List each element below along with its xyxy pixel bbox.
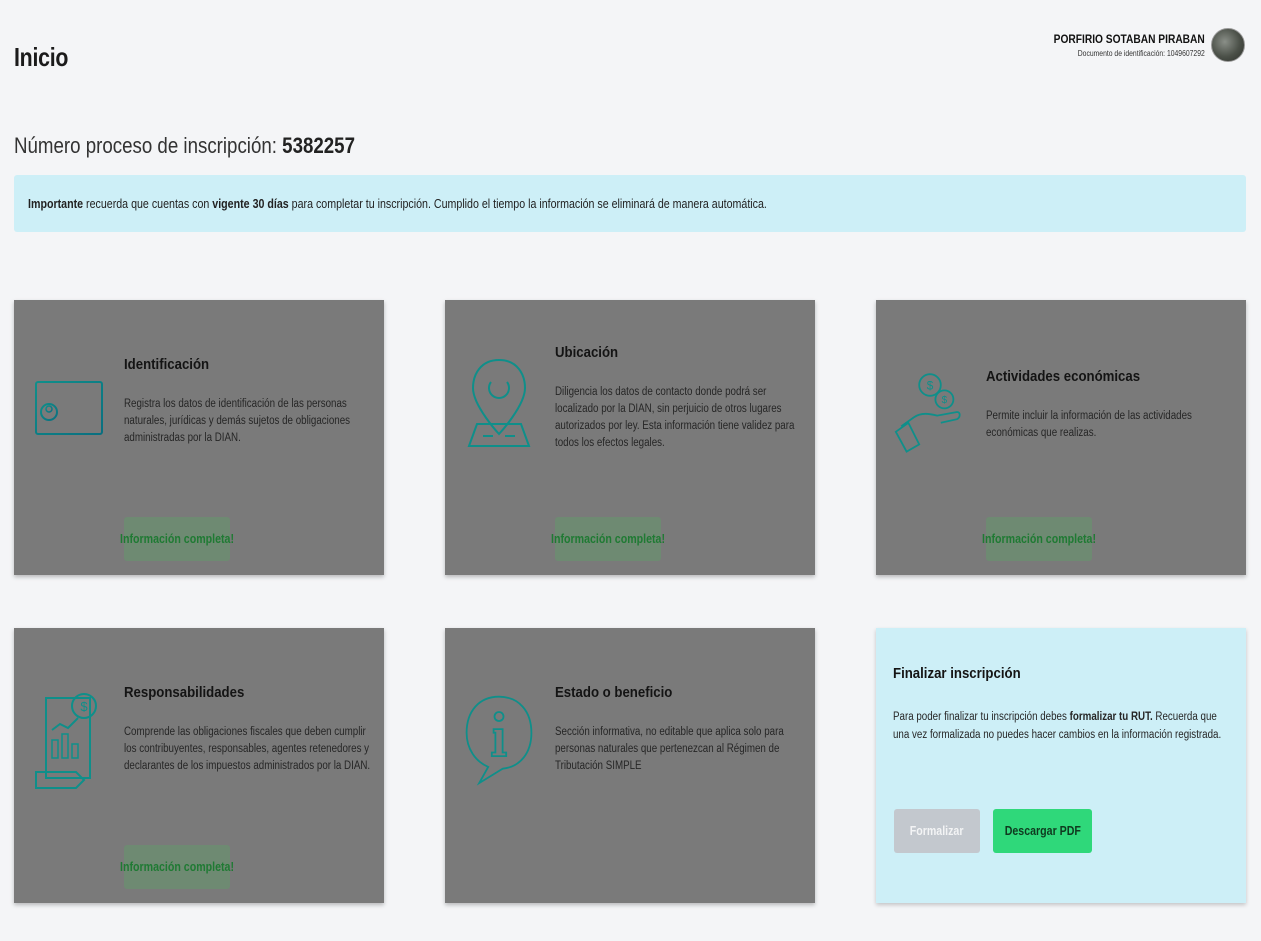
status-badge: Información completa! [551, 517, 665, 561]
card-actividades-economicas[interactable]: $ $ Actividades económicas Permite inclu… [876, 300, 1246, 575]
card-description: Registra los datos de identificación de … [124, 398, 351, 444]
card-ubicacion[interactable]: Ubicación Diligencia los datos de contac… [445, 300, 815, 575]
status-badge-label: Información completa! [551, 532, 665, 546]
svg-text:$: $ [927, 380, 934, 393]
card-identificacion[interactable]: Identificación Registra los datos de ide… [14, 300, 384, 575]
card-title: Responsabilidades [124, 684, 245, 701]
svg-text:$: $ [942, 395, 948, 406]
download-pdf-button[interactable]: Descargar PDF [993, 809, 1092, 853]
card-title: Identificación [124, 356, 210, 373]
status-badge: Información completa! [982, 517, 1096, 561]
download-pdf-button-label: Descargar PDF [1004, 824, 1081, 838]
tax-document-icon: $ [35, 693, 97, 789]
card-description: Diligencia los datos de contacto donde p… [555, 386, 795, 449]
card-responsabilidades[interactable]: $ Responsabilidades Comprende las obliga… [14, 628, 384, 903]
final-desc-part1: Para poder finalizar tu inscripción debe… [893, 711, 1070, 723]
id-card-icon [35, 377, 103, 435]
notice-strong-days: vigente 30 días [212, 196, 289, 211]
hand-coins-icon: $ $ [894, 373, 961, 453]
formalizar-button[interactable]: Formalizar [894, 809, 980, 853]
user-document: Documento de identificación: 1049607292 [1077, 49, 1205, 58]
final-desc-strong: formalizar tu RUT. [1069, 711, 1153, 723]
user-info: PORFIRIO SOTABAN PIRABAN Documento de id… [1027, 32, 1205, 58]
status-badge-label: Información completa! [120, 532, 234, 546]
status-badge-label: Información completa! [982, 532, 1096, 546]
notice-text-part2: para completar tu inscripción. Cumplido … [288, 196, 767, 211]
card-finalizar-inscripcion: Finalizar inscripción Para poder finaliz… [876, 628, 1246, 903]
formalizar-button-label: Formalizar [910, 824, 964, 838]
card-description: Permite incluir la información de las ac… [986, 410, 1192, 439]
info-bubble-icon [465, 695, 533, 786]
notice-text-part1: recuerda que cuentas con [83, 196, 213, 211]
location-pin-icon [467, 358, 531, 447]
avatar[interactable] [1211, 28, 1245, 62]
card-description: Sección informativa, no editable que apl… [555, 726, 784, 772]
user-name: PORFIRIO SOTABAN PIRABAN [1053, 32, 1205, 46]
process-label: Número proceso de inscripción: [14, 133, 277, 158]
page-title: Inicio [14, 42, 69, 72]
svg-text:$: $ [80, 699, 88, 714]
process-number-line: Número proceso de inscripción: 5382257 [14, 133, 355, 159]
notice-text: Importante recuerda que cuentas con vige… [28, 196, 767, 211]
card-description: Comprende las obligaciones fiscales que … [124, 726, 371, 772]
card-title: Ubicación [555, 344, 619, 361]
status-badge-label: Información completa! [120, 860, 234, 874]
card-description: Para poder finalizar tu inscripción debe… [893, 708, 1233, 744]
status-badge: Información completa! [120, 517, 234, 561]
process-number: 5382257 [282, 133, 355, 158]
user-menu[interactable]: PORFIRIO SOTABAN PIRABAN Documento de id… [1027, 28, 1245, 62]
important-notice: Importante recuerda que cuentas con vige… [14, 175, 1246, 232]
card-title: Estado o beneficio [555, 684, 673, 701]
card-title: Finalizar inscripción [893, 665, 1021, 682]
card-estado-beneficio[interactable]: Estado o beneficio Sección informativa, … [445, 628, 815, 903]
status-badge: Información completa! [120, 845, 234, 889]
notice-strong-important: Importante [28, 196, 84, 211]
top-bar: Inicio PORFIRIO SOTABAN PIRABAN Document… [0, 0, 1261, 110]
card-title: Actividades económicas [986, 368, 1141, 385]
